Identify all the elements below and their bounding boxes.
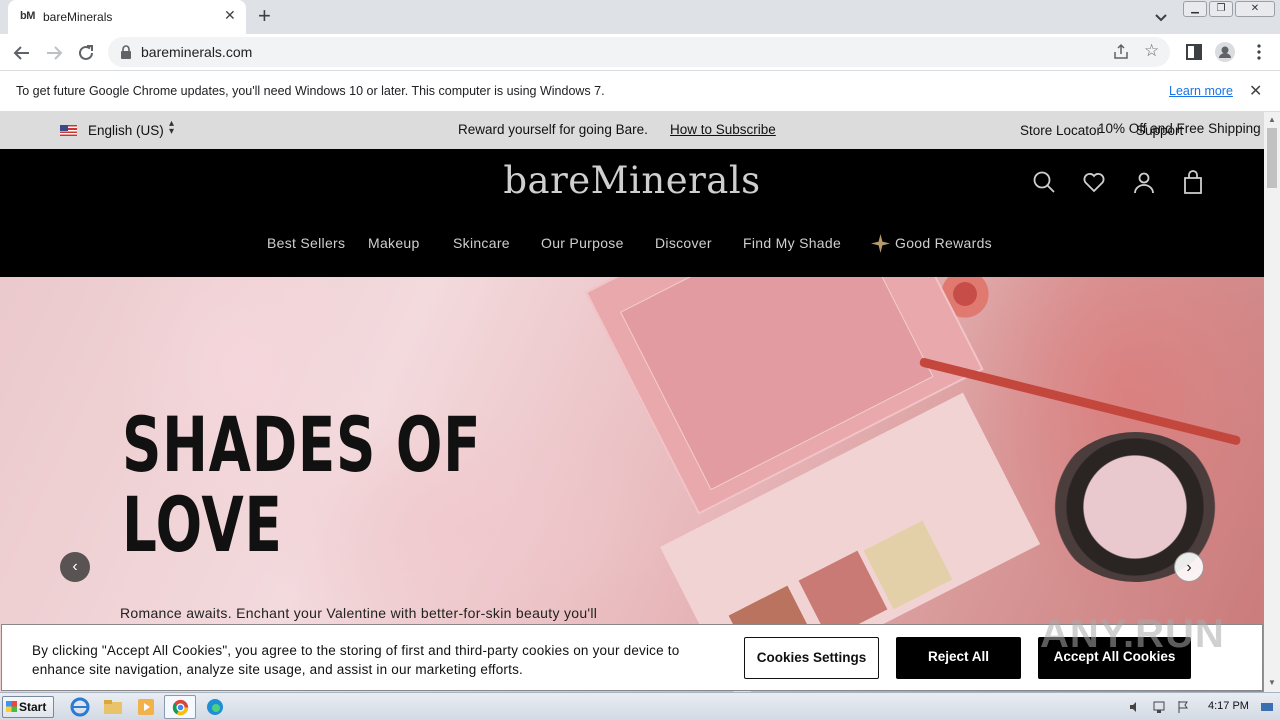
browser-toolbar: bareminerals.com ☆ bbox=[0, 34, 1280, 71]
carousel-next-button[interactable]: › bbox=[1174, 552, 1204, 582]
tab-search-chevron-icon[interactable] bbox=[1152, 8, 1170, 26]
site-header: bareMinerals Best Sellers Makeup Skincar… bbox=[0, 149, 1264, 277]
site-favicon-icon: bM bbox=[20, 10, 35, 22]
reject-all-button[interactable]: Reject All bbox=[896, 637, 1021, 679]
side-panel-icon[interactable] bbox=[1184, 42, 1204, 62]
promo-bar: English (US) ▴ ▾ Reward yourself for goin… bbox=[0, 112, 1264, 149]
internet-explorer-icon[interactable] bbox=[68, 696, 92, 718]
action-center-flag-icon[interactable] bbox=[1176, 700, 1190, 714]
update-infobar: To get future Google Chrome updates, you… bbox=[0, 71, 1280, 112]
show-desktop-icon[interactable] bbox=[1260, 700, 1274, 714]
chevron-left-icon: ‹ bbox=[72, 558, 78, 575]
search-icon[interactable] bbox=[1032, 170, 1056, 194]
tab-strip: bM bareMinerals ✕ + ▁ ❐ ✕ bbox=[0, 0, 1280, 34]
chevron-right-icon: › bbox=[1186, 559, 1192, 576]
network-icon[interactable] bbox=[1152, 700, 1166, 714]
language-updown-icon[interactable]: ▴ ▾ bbox=[169, 119, 174, 137]
cookies-settings-button[interactable]: Cookies Settings bbox=[744, 637, 879, 679]
chrome-taskbar-button[interactable] bbox=[164, 695, 196, 719]
new-tab-icon[interactable]: + bbox=[258, 4, 271, 28]
carousel-prev-button[interactable]: ‹ bbox=[60, 552, 90, 582]
sparkle-icon bbox=[871, 234, 890, 253]
clock-time[interactable]: 4:17 PM bbox=[1208, 700, 1249, 712]
close-window-icon[interactable]: ✕ bbox=[1235, 1, 1275, 17]
language-selector[interactable]: English (US) bbox=[88, 123, 164, 138]
restore-window-icon[interactable]: ❐ bbox=[1209, 1, 1233, 17]
profile-avatar-icon[interactable] bbox=[1215, 42, 1235, 62]
lock-icon[interactable] bbox=[120, 45, 132, 59]
forward-arrow-icon[interactable] bbox=[41, 40, 67, 66]
back-arrow-icon[interactable] bbox=[9, 40, 35, 66]
minimize-window-icon[interactable]: ▁ bbox=[1183, 1, 1207, 17]
learn-more-link[interactable]: Learn more bbox=[1169, 84, 1233, 98]
infobar-message: To get future Google Chrome updates, you… bbox=[16, 84, 605, 98]
nav-good-rewards[interactable]: Good Rewards bbox=[895, 235, 992, 251]
nav-discover[interactable]: Discover bbox=[655, 235, 712, 251]
nav-our-purpose[interactable]: Our Purpose bbox=[541, 235, 624, 251]
anyrun-watermark: ANY.RUN bbox=[1040, 612, 1225, 656]
subscribe-link[interactable]: How to Subscribe bbox=[670, 122, 776, 137]
brand-logo[interactable]: bareMinerals bbox=[0, 159, 1264, 202]
hero-subtext: Romance awaits. Enchant your Valentine w… bbox=[120, 605, 598, 621]
start-label: Start bbox=[19, 700, 47, 714]
share-icon[interactable] bbox=[1112, 43, 1130, 61]
hero-headline: SHADES OF LOVE bbox=[122, 405, 481, 565]
page-scrollbar[interactable]: ▲ ▼ bbox=[1264, 112, 1280, 692]
windows-logo-icon bbox=[6, 701, 17, 712]
url-text[interactable]: bareminerals.com bbox=[141, 44, 252, 60]
wishlist-heart-icon[interactable] bbox=[1082, 170, 1106, 194]
us-flag-icon bbox=[60, 125, 77, 136]
nav-makeup[interactable]: Makeup bbox=[368, 235, 420, 251]
hero-headline-line2: LOVE bbox=[122, 480, 283, 569]
tab-close-icon[interactable]: ✕ bbox=[224, 7, 236, 24]
media-player-icon[interactable] bbox=[134, 696, 158, 718]
scroll-up-arrow-icon[interactable]: ▲ bbox=[1268, 115, 1276, 124]
nav-best-sellers[interactable]: Best Sellers bbox=[267, 235, 345, 251]
file-explorer-icon[interactable] bbox=[101, 696, 125, 718]
cookie-consent-text: By clicking "Accept All Cookies", you ag… bbox=[32, 643, 680, 677]
reward-text: Reward yourself for going Bare. bbox=[458, 122, 648, 137]
shopping-bag-icon[interactable] bbox=[1181, 170, 1205, 194]
scroll-down-arrow-icon[interactable]: ▼ bbox=[1268, 678, 1276, 687]
reload-icon[interactable] bbox=[73, 40, 99, 66]
nav-find-my-shade[interactable]: Find My Shade bbox=[743, 235, 841, 251]
hero-headline-line1: SHADES OF bbox=[122, 400, 482, 489]
scrollbar-thumb[interactable] bbox=[1267, 128, 1277, 188]
edge-icon[interactable] bbox=[203, 696, 227, 718]
page-viewport: English (US) ▴ ▾ Reward yourself for goin… bbox=[0, 112, 1264, 692]
nav-skincare[interactable]: Skincare bbox=[453, 235, 510, 251]
chrome-icon bbox=[172, 699, 189, 716]
free-shipping-offer[interactable]: 10% Off and Free Shipping bbox=[1098, 121, 1261, 136]
start-button[interactable]: Start bbox=[2, 696, 54, 718]
volume-icon[interactable] bbox=[1128, 700, 1142, 714]
address-bar[interactable]: bareminerals.com ☆ bbox=[108, 37, 1170, 67]
store-locator-link[interactable]: Store Locator bbox=[1020, 123, 1101, 138]
bookmark-star-icon[interactable]: ☆ bbox=[1144, 41, 1159, 61]
infobar-close-icon[interactable]: ✕ bbox=[1249, 81, 1262, 101]
chrome-menu-icon[interactable] bbox=[1249, 42, 1269, 62]
browser-tab[interactable]: bM bareMinerals ✕ bbox=[8, 0, 246, 34]
windows-taskbar: Start 4:17 PM bbox=[0, 692, 1280, 720]
tab-title: bareMinerals bbox=[43, 10, 113, 24]
account-user-icon[interactable] bbox=[1132, 170, 1156, 194]
